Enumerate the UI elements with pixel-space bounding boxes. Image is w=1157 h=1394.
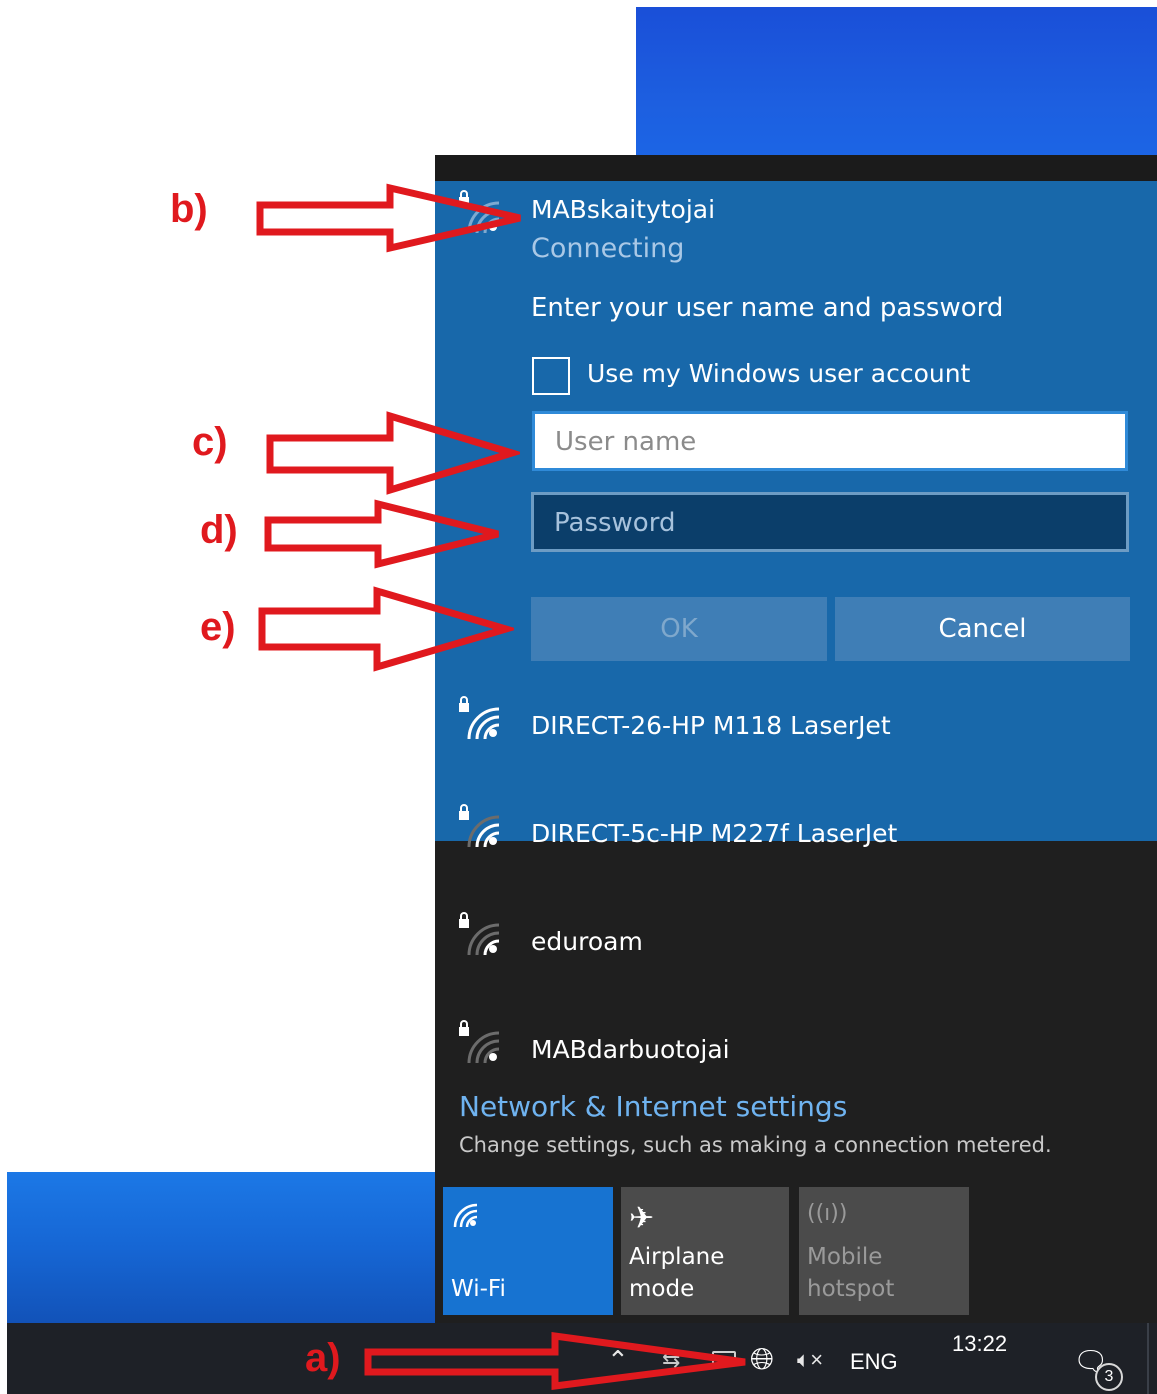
password-field[interactable]: Password [531,492,1129,552]
annotation-label-c: c) [192,420,228,464]
clock[interactable]: 13:22 [952,1331,1007,1357]
annotation-arrow-a [364,1331,746,1390]
wifi-tile-label: Wi-Fi [451,1276,506,1302]
annotation-arrow-b [256,183,521,253]
use-windows-account-checkbox[interactable] [532,357,570,395]
desktop-background [636,7,1157,167]
network-name: DIRECT-26-HP M118 LaserJet [531,711,891,740]
use-windows-account-label: Use my Windows user account [587,359,971,388]
mobile-hotspot-tile[interactable]: ((ı)) Mobile hotspot [799,1187,969,1315]
credentials-prompt: Enter your user name and password [531,293,1004,323]
cancel-button[interactable]: Cancel [835,597,1130,661]
airplane-tile-label: Airplane mode [629,1244,725,1302]
network-name: eduroam [531,927,643,956]
hotspot-icon: ((ı)) [807,1201,848,1226]
volume-muted-icon[interactable]: 🔈︎× [797,1347,823,1373]
network-name: MABdarbuotojai [531,1035,730,1064]
airplane-icon: ✈ [629,1201,655,1236]
network-settings-link[interactable]: Network & Internet settings [459,1090,847,1123]
wifi-secured-icon [459,1020,500,1064]
airplane-mode-tile[interactable]: ✈ Airplane mode [621,1187,789,1315]
selected-network-name: MABskaitytojai [531,195,716,224]
wifi-secured-icon [459,804,500,848]
wifi-toggle-tile[interactable]: Wi-Fi [443,1187,613,1315]
username-field[interactable]: User name [532,411,1128,471]
show-desktop-divider[interactable] [1147,1323,1149,1394]
language-indicator[interactable]: ENG [850,1349,898,1375]
wifi-icon [453,1203,478,1228]
selected-network-panel: MABskaitytojai Connecting Enter your use… [435,181,1157,841]
annotation-arrow-c [266,411,520,495]
network-settings-description: Change settings, such as making a connec… [459,1133,1052,1157]
annotation-arrow-e [258,586,514,672]
notification-count-badge: 3 [1095,1363,1123,1391]
annotation-label-d: d) [200,508,238,552]
network-flyout: MABskaitytojai Connecting Enter your use… [435,155,1157,1323]
flyout-top-strip [435,155,1157,181]
wifi-secured-icon [459,696,500,740]
wifi-secured-icon [459,912,500,956]
connection-status: Connecting [531,233,685,264]
hotspot-tile-label: Mobile hotspot [807,1244,895,1302]
annotation-arrow-d [264,499,499,569]
network-name: DIRECT-5c-HP M227f LaserJet [531,819,898,848]
annotation-label-b: b) [170,187,208,231]
desktop-background-lower [7,1172,447,1324]
annotation-label-a: a) [305,1336,341,1380]
ok-button[interactable]: OK [531,597,827,661]
annotation-label-e: e) [200,605,236,649]
